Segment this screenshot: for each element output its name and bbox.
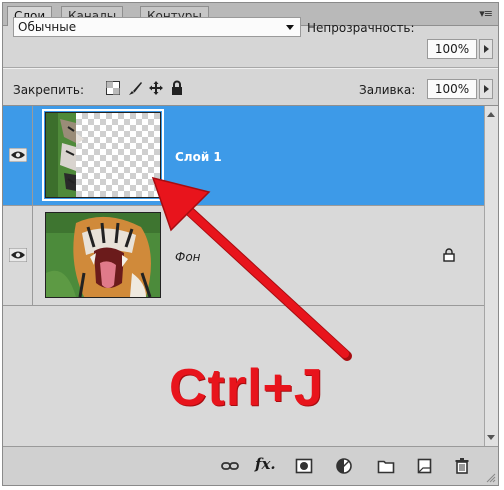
layers-panel: Слои Каналы Контуры ▾≡ Обычные Непрозрач… [2, 2, 499, 486]
lock-all-icon[interactable] [169, 80, 185, 96]
blend-mode-value: Обычные [18, 20, 77, 34]
panel-menu-icon[interactable]: ▾≡ [479, 7, 493, 20]
trash-icon[interactable] [453, 457, 471, 475]
fill-label: Заливка: [359, 83, 416, 97]
new-group-icon[interactable] [377, 457, 395, 475]
layer-mask-icon[interactable] [295, 457, 313, 475]
opacity-label: Непрозрачность: [307, 21, 415, 35]
chevron-down-icon [286, 25, 294, 30]
lock-transparency-icon[interactable] [105, 80, 121, 96]
lock-position-icon[interactable] [148, 80, 164, 96]
shortcut-annotation: Ctrl+J [169, 359, 324, 417]
fill-slider-button[interactable] [479, 79, 493, 99]
fill-input[interactable]: 100% [427, 79, 477, 99]
new-layer-icon[interactable] [415, 457, 433, 475]
bottom-toolbar: fx. [3, 446, 498, 485]
adjustment-layer-icon[interactable] [335, 457, 353, 475]
blend-mode-select[interactable]: Обычные [13, 17, 301, 37]
divider-highlight [3, 68, 498, 69]
link-layers-icon[interactable] [221, 457, 239, 475]
resize-grip-icon[interactable] [486, 473, 496, 483]
opacity-input[interactable]: 100% [427, 39, 477, 59]
lock-paint-icon[interactable] [127, 80, 143, 96]
fx-icon[interactable]: fx. [255, 455, 281, 473]
opacity-slider-button[interactable] [479, 39, 493, 59]
lock-label: Закрепить: [13, 83, 85, 97]
